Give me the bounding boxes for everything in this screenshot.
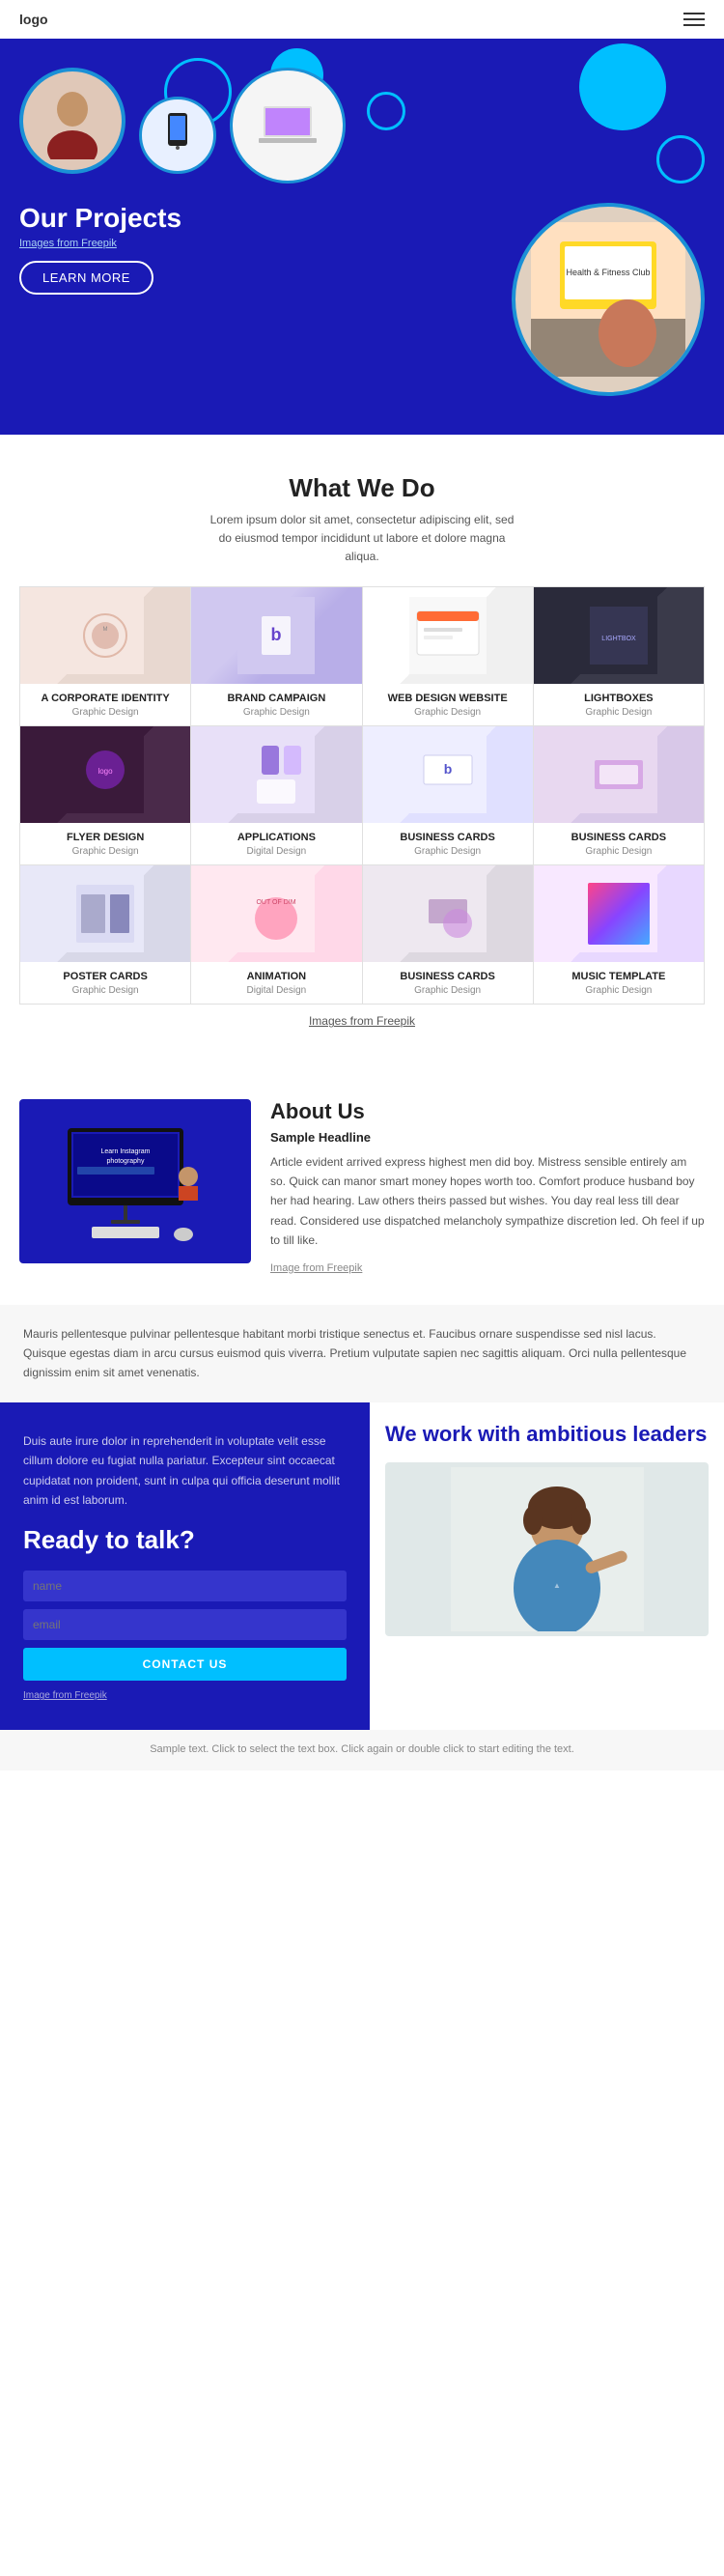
grid-img-biz1: b (363, 726, 533, 823)
grid-img-flyer: logo (20, 726, 190, 823)
grid-img-poster (20, 865, 190, 962)
about-body: Article evident arrived express highest … (270, 1152, 705, 1251)
grid-item-corporate[interactable]: M A CORPORATE IDENTITY Graphic Design (20, 587, 190, 725)
ready-section: Duis aute irure dolor in reprehenderit i… (0, 1402, 724, 1731)
header: logo (0, 0, 724, 39)
grid-text-music: MUSIC TEMPLATE Graphic Design (534, 962, 704, 1004)
text-block-body: Mauris pellentesque pulvinar pellentesqu… (23, 1324, 701, 1383)
hero-right-circle: Health & Fitness Club (512, 203, 705, 396)
ambitious-title: We work with ambitious leaders (385, 1422, 709, 1447)
grid-item-apps[interactable]: APPLICATIONS Digital Design (191, 726, 361, 864)
hero-img-credit: Images from Freepik (19, 238, 502, 249)
svg-text:logo: logo (98, 767, 114, 776)
grid-img-music (534, 865, 704, 962)
grid-text-flyer: FLYER DESIGN Graphic Design (20, 823, 190, 864)
grid-img-anim: OUT OF DIM (191, 865, 361, 962)
hero-laptop-circle (230, 68, 346, 184)
hero-portrait-circle (19, 68, 125, 174)
about-us-section: Learn Instagram photography About Us Sam… (0, 1070, 724, 1305)
svg-text:▲: ▲ (553, 1581, 561, 1590)
about-image: Learn Instagram photography (19, 1099, 251, 1263)
hamburger-menu[interactable] (683, 13, 705, 26)
email-input[interactable] (23, 1609, 347, 1640)
text-block: Mauris pellentesque pulvinar pellentesqu… (0, 1305, 724, 1402)
footer: Sample text. Click to select the text bo… (0, 1730, 724, 1770)
grid-text-lightbox: LIGHTBOXES Graphic Design (534, 684, 704, 725)
grid-item-music[interactable]: MUSIC TEMPLATE Graphic Design (534, 865, 704, 1004)
ready-img-credit: Image from Freepik (23, 1690, 347, 1701)
contact-us-button[interactable]: CONTACT US (23, 1648, 347, 1681)
hamburger-line1 (683, 13, 705, 14)
grid-item-flyer[interactable]: logo FLYER DESIGN Graphic Design (20, 726, 190, 864)
grid-item-anim[interactable]: OUT OF DIM ANIMATION Digital Design (191, 865, 361, 1004)
logo: logo (19, 12, 48, 27)
hamburger-line2 (683, 18, 705, 20)
grid-text-corporate: A CORPORATE IDENTITY Graphic Design (20, 684, 190, 725)
grid-img-corporate: M (20, 587, 190, 684)
grid-text-biz3: BUSINESS CARDS Graphic Design (363, 962, 533, 1004)
projects-title: Our Projects (19, 203, 502, 234)
learn-more-button[interactable]: LEARN MORE (19, 261, 153, 295)
grid-img-lightbox: LIGHTBOX (534, 587, 704, 684)
name-input[interactable] (23, 1571, 347, 1601)
portfolio-grid: M A CORPORATE IDENTITY Graphic Design b … (19, 586, 705, 1005)
hero-phone-circle (139, 97, 216, 174)
grid-text-web: WEB DESIGN WEBSITE Graphic Design (363, 684, 533, 725)
ready-left: Duis aute irure dolor in reprehenderit i… (0, 1402, 370, 1731)
person-image: ▲ (385, 1462, 709, 1636)
grid-text-brand: BRAND CAMPAIGN Graphic Design (191, 684, 361, 725)
grid-item-web[interactable]: WEB DESIGN WEBSITE Graphic Design (363, 587, 533, 725)
hero-section: Our Projects Images from Freepik LEARN M… (0, 39, 724, 435)
svg-text:photography: photography (107, 1158, 145, 1165)
svg-text:LIGHTBOX: LIGHTBOX (601, 636, 636, 642)
grid-item-lightbox[interactable]: LIGHTBOX LIGHTBOXES Graphic Design (534, 587, 704, 725)
grid-item-poster[interactable]: POSTER CARDS Graphic Design (20, 865, 190, 1004)
ready-right: We work with ambitious leaders ▲ (370, 1402, 724, 1731)
grid-img-biz2 (534, 726, 704, 823)
grid-item-brand[interactable]: b BRAND CAMPAIGN Graphic Design (191, 587, 361, 725)
grid-img-biz3 (363, 865, 533, 962)
svg-text:b: b (271, 625, 282, 644)
ready-title: Ready to talk? (23, 1525, 347, 1555)
hamburger-line3 (683, 24, 705, 26)
svg-text:Learn Instagram: Learn Instagram (101, 1148, 151, 1155)
svg-text:M: M (103, 627, 108, 633)
grid-item-biz1[interactable]: b BUSINESS CARDS Graphic Design (363, 726, 533, 864)
ready-top-text: Duis aute irure dolor in reprehenderit i… (23, 1431, 347, 1511)
about-img-credit: Image from Freepik (270, 1262, 362, 1274)
grid-img-web (363, 587, 533, 684)
svg-text:b: b (443, 761, 452, 777)
grid-item-biz2[interactable]: BUSINESS CARDS Graphic Design (534, 726, 704, 864)
hero-bottom: Our Projects Images from Freepik LEARN M… (19, 203, 705, 396)
about-title: About Us (270, 1099, 705, 1124)
grid-item-biz3[interactable]: BUSINESS CARDS Graphic Design (363, 865, 533, 1004)
grid-text-apps: APPLICATIONS Digital Design (191, 823, 361, 864)
svg-text:Health & Fitness Club: Health & Fitness Club (566, 268, 650, 277)
hero-left: Our Projects Images from Freepik LEARN M… (19, 203, 502, 295)
footer-sample-text: Sample text. Click to select the text bo… (19, 1741, 705, 1759)
grid-img-brand: b (191, 587, 361, 684)
what-we-do-description: Lorem ipsum dolor sit amet, consectetur … (208, 511, 516, 567)
grid-text-anim: ANIMATION Digital Design (191, 962, 361, 1004)
grid-img-apps (191, 726, 361, 823)
grid-text-biz2: BUSINESS CARDS Graphic Design (534, 823, 704, 864)
what-we-do-title: What We Do (19, 473, 705, 503)
grid-text-biz1: BUSINESS CARDS Graphic Design (363, 823, 533, 864)
what-we-do-section: What We Do Lorem ipsum dolor sit amet, c… (0, 435, 724, 1070)
grid-text-poster: POSTER CARDS Graphic Design (20, 962, 190, 1004)
about-headline: Sample Headline (270, 1130, 705, 1145)
svg-text:OUT OF DIM: OUT OF DIM (257, 899, 296, 906)
about-text: About Us Sample Headline Article evident… (270, 1099, 705, 1276)
grid-images-credit: Images from Freepik (208, 1005, 516, 1031)
